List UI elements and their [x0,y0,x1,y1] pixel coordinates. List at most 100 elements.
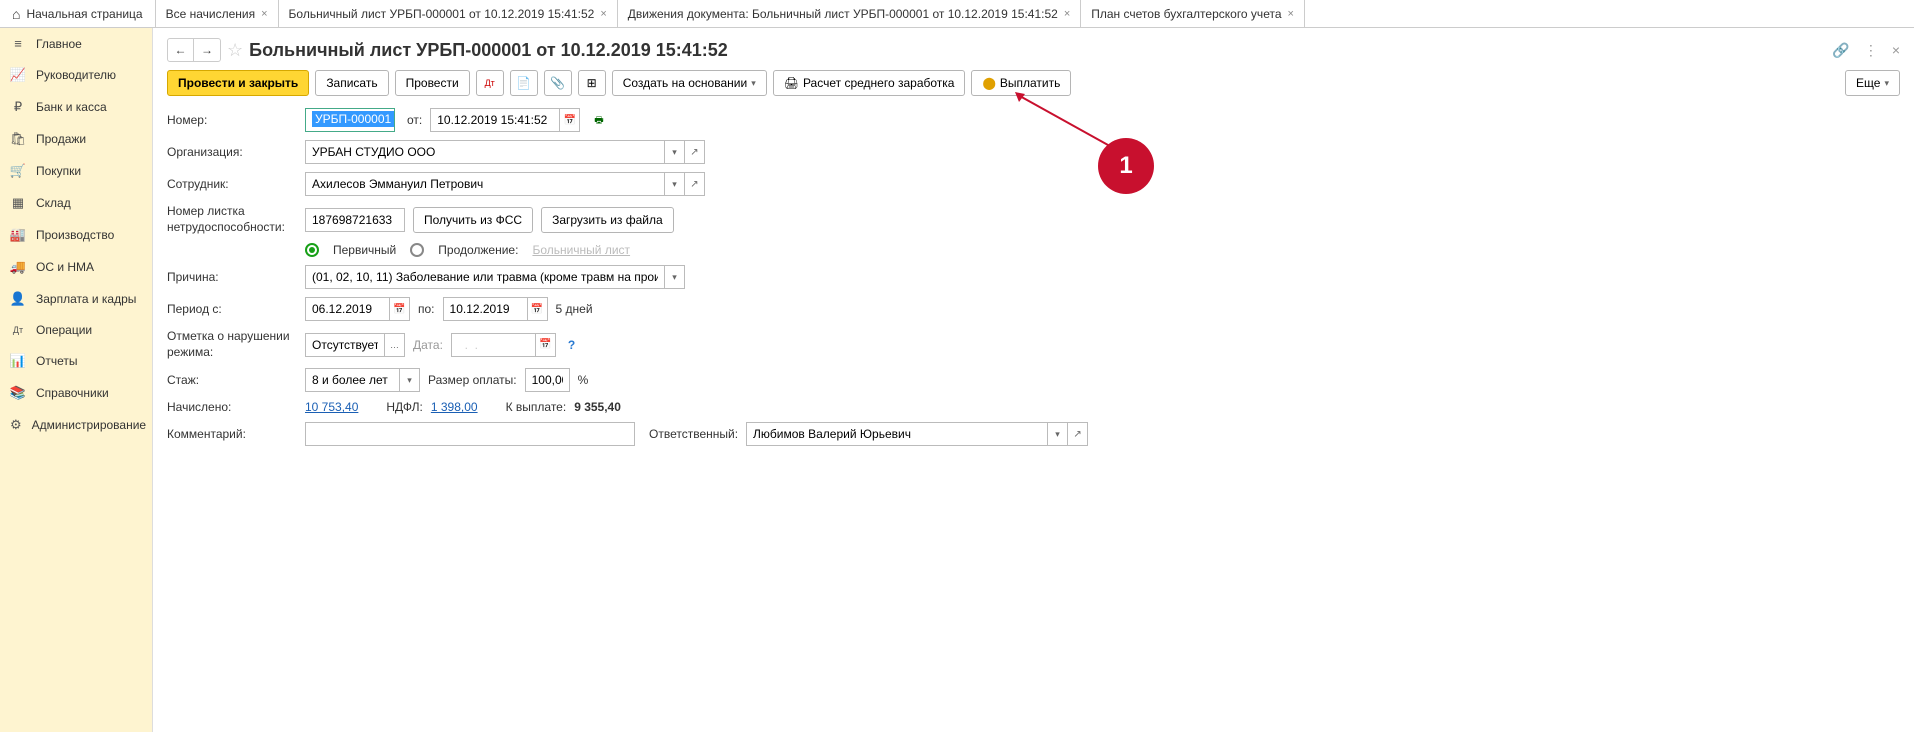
dropdown-icon[interactable] [665,265,685,289]
period-to-input[interactable] [443,297,528,321]
calendar-icon[interactable] [390,297,410,321]
create-based-button[interactable]: Создать на основании [612,70,767,96]
primary-radio[interactable] [305,243,319,257]
sidebar-label: ОС и НМА [36,260,94,274]
get-from-fss-button[interactable]: Получить из ФСС [413,207,533,233]
attach-button[interactable]: 📎 [544,70,572,96]
comment-input[interactable] [305,422,635,446]
post-button[interactable]: Провести [395,70,470,96]
org-input[interactable] [305,140,665,164]
sidebar-item-operations[interactable]: ДтОперации [0,315,152,345]
ndfl-link[interactable]: 1 398,00 [431,400,478,414]
grid-icon: ▦ [10,195,26,211]
violation-date-input[interactable] [451,333,536,357]
close-icon[interactable]: × [261,8,267,20]
sidebar-item-payroll[interactable]: 👤Зарплата и кадры [0,283,152,315]
stage-label: Стаж: [167,373,297,387]
close-icon[interactable]: × [1064,8,1070,20]
help-icon[interactable]: ? [568,338,575,352]
dtkt-button[interactable]: Дт [476,70,504,96]
close-icon[interactable]: × [1288,8,1294,20]
tab-item[interactable]: Больничный лист УРБП-000001 от 10.12.201… [279,0,618,27]
favorite-icon[interactable]: ☆ [227,40,243,61]
save-button[interactable]: Записать [315,70,388,96]
calc-average-button[interactable]: 🖨Расчет среднего заработка [773,70,966,96]
primary-radio-label: Первичный [333,243,396,257]
print-small-icon[interactable]: 🖶 [594,113,610,127]
sidebar-label: Операции [36,323,92,337]
person-icon: 👤 [10,291,26,307]
violation-label: Отметка о нарушении режима: [167,329,297,360]
open-icon[interactable] [1068,422,1088,446]
stage-input[interactable] [305,368,400,392]
tab-label: Движения документа: Больничный лист УРБП… [628,7,1058,21]
books-icon: 📚 [10,385,26,401]
structure-button[interactable]: ⊞ [578,70,606,96]
from-label: от: [407,113,422,127]
bag-icon: 🛍 [10,131,26,147]
date-input[interactable] [430,108,560,132]
load-from-file-button[interactable]: Загрузить из файла [541,207,674,233]
continuation-radio[interactable] [410,243,424,257]
reason-input[interactable] [305,265,665,289]
pay-pct: % [578,373,589,387]
sidebar-item-main[interactable]: ≡Главное [0,28,152,59]
open-icon[interactable] [685,172,705,196]
more-button[interactable]: Еще [1845,70,1900,96]
topay-label: К выплате: [506,400,567,414]
kebab-icon[interactable]: ⋮ [1864,42,1878,59]
sidebar-item-assets[interactable]: 🚚ОС и НМА [0,251,152,283]
tab-item[interactable]: План счетов бухгалтерского учета × [1081,0,1305,27]
pay-size-input[interactable] [525,368,570,392]
period-to-label: по: [418,302,435,316]
link-icon[interactable]: 🔗 [1832,42,1849,59]
dropdown-icon[interactable] [665,172,685,196]
calendar-icon[interactable] [536,333,556,357]
sidebar-item-bank[interactable]: ₽Банк и касса [0,91,152,123]
leaf-num-label: Номер листка нетрудоспособности: [167,204,297,235]
responsible-input[interactable] [746,422,1048,446]
violation-input[interactable] [305,333,385,357]
ruble-icon: ₽ [10,99,26,115]
open-icon[interactable] [685,140,705,164]
sidebar-item-production[interactable]: 🏭Производство [0,219,152,251]
employee-input[interactable] [305,172,665,196]
close-icon[interactable]: × [1892,42,1900,58]
dropdown-icon[interactable] [665,140,685,164]
topay-value: 9 355,40 [574,400,621,414]
accrued-link[interactable]: 10 753,40 [305,400,358,414]
calendar-icon[interactable] [560,108,580,132]
dropdown-icon[interactable] [400,368,420,392]
annotation-badge: 1 [1098,138,1154,194]
sidebar-label: Руководителю [36,68,116,82]
nav-forward-button[interactable]: → [194,39,220,61]
sidebar-item-purchases[interactable]: 🛒Покупки [0,155,152,187]
sidebar-item-references[interactable]: 📚 Справочники [0,377,152,409]
sidebar-item-reports[interactable]: 📊Отчеты [0,345,152,377]
tab-item[interactable]: Движения документа: Больничный лист УРБП… [618,0,1081,27]
nav-back-button[interactable]: ← [168,39,194,61]
sidebar-item-admin[interactable]: ⚙Администрирование [0,409,152,441]
post-and-close-button[interactable]: Провести и закрыть [167,70,309,96]
chart-icon: 📈 [10,67,26,83]
leaf-number-input[interactable] [305,208,405,232]
sidebar-item-stock[interactable]: ▦Склад [0,187,152,219]
sidebar-item-manager[interactable]: 📈 Руководителю [0,59,152,91]
document-icon-button[interactable]: 📄 [510,70,538,96]
calendar-icon[interactable] [528,297,548,321]
comment-label: Комментарий: [167,427,297,441]
dropdown-icon[interactable] [1048,422,1068,446]
days-text: 5 дней [556,302,593,316]
close-icon[interactable]: × [600,8,606,20]
period-from-input[interactable] [305,297,390,321]
tab-home[interactable]: Начальная страница [0,0,156,27]
continuation-radio-label: Продолжение: [438,243,518,257]
tab-item[interactable]: Все начисления × [156,0,279,27]
dots-icon[interactable] [385,333,405,357]
responsible-label: Ответственный: [649,427,738,441]
coin-icon: ⬤ [982,76,995,90]
sidebar-item-sales[interactable]: 🛍Продажи [0,123,152,155]
sidebar-label: Администрирование [32,418,146,432]
sidebar-label: Справочники [36,386,109,400]
number-input[interactable]: УРБП-000001 [305,108,395,132]
